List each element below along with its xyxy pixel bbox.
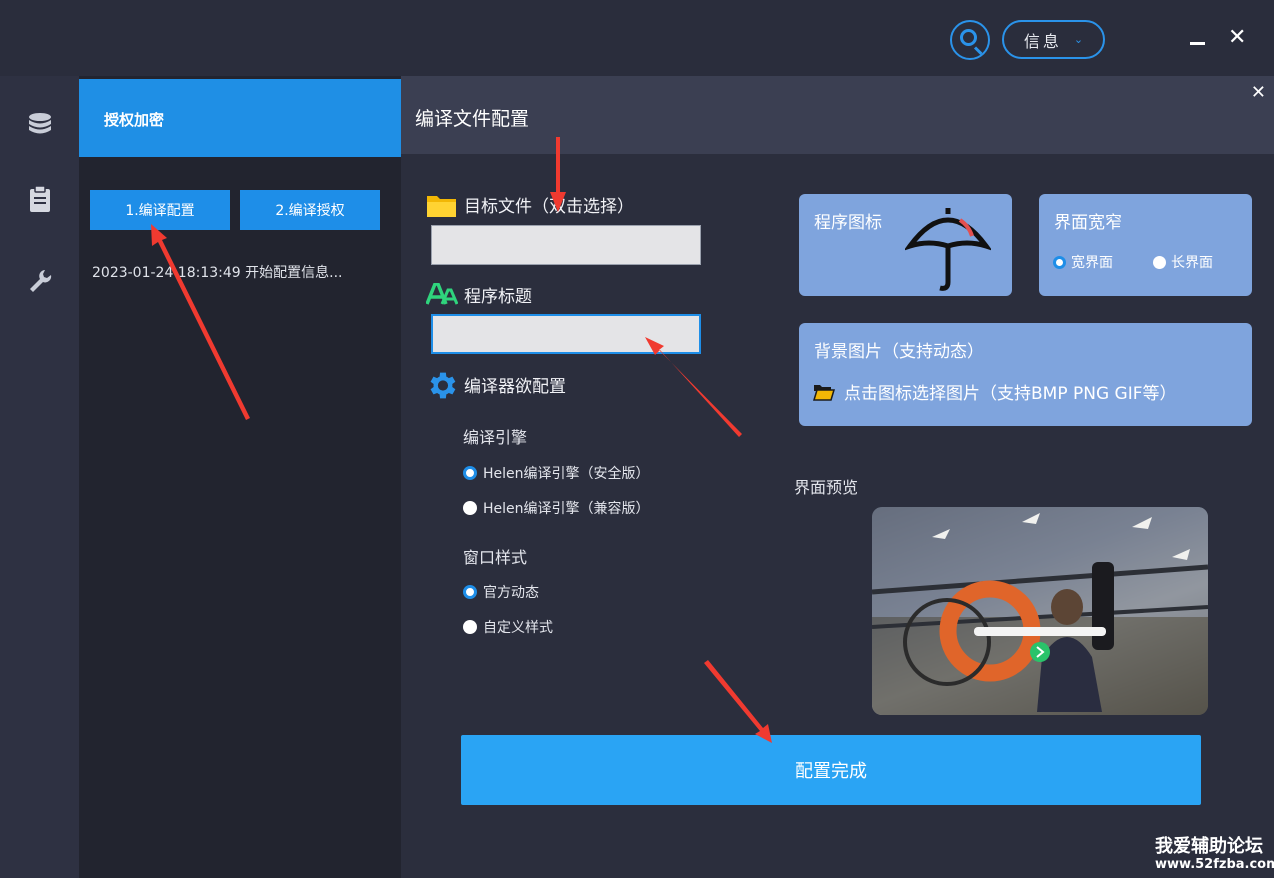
- window-style-label: 窗口样式: [463, 548, 528, 567]
- info-dropdown-label: 信息: [1023, 31, 1062, 51]
- step2-compile-auth-button[interactable]: 2.编译授权: [240, 190, 380, 230]
- window-style-custom[interactable]: 自定义样式: [463, 617, 553, 637]
- clipboard-icon[interactable]: [27, 186, 53, 212]
- engine-option-compat[interactable]: Helen编译引擎（兼容版）: [463, 498, 650, 518]
- open-folder-icon: [813, 384, 835, 401]
- step1-compile-config-button[interactable]: 1.编译配置: [90, 190, 230, 230]
- watermark-url: www.52fzba.com: [1155, 857, 1274, 872]
- window-style-official[interactable]: 官方动态: [463, 582, 539, 602]
- background-pick-label: 点击图标选择图片（支持BMP PNG GIF等）: [844, 384, 1177, 404]
- radio-selected-icon: [463, 585, 477, 599]
- umbrella-icon: [905, 208, 991, 291]
- compiler-config-label: 编译器欲配置: [464, 377, 566, 397]
- window-close-button[interactable]: ✕: [1228, 24, 1246, 52]
- icon-sidebar: [0, 76, 79, 878]
- radio-unselected-icon: [463, 620, 477, 634]
- ui-width-wide-option[interactable]: 宽界面: [1053, 252, 1113, 272]
- engine-label: 编译引擎: [463, 428, 528, 447]
- database-icon[interactable]: [27, 112, 53, 138]
- auth-panel-title: 授权加密: [104, 111, 165, 129]
- search-icon: [960, 29, 977, 46]
- auth-panel-header: 授权加密: [79, 79, 401, 157]
- preview-illustration: [872, 507, 1208, 715]
- auth-panel: 授权加密 1.编译配置 2.编译授权 2023-01-24 18:13:49 开…: [79, 76, 401, 878]
- radio-selected-icon: [463, 466, 477, 480]
- engine-option-safe[interactable]: Helen编译引擎（安全版）: [463, 463, 650, 483]
- target-file-input[interactable]: [431, 225, 701, 265]
- wrench-icon[interactable]: [27, 268, 53, 294]
- dialog-close-button[interactable]: ✕: [1251, 82, 1266, 103]
- minimize-button[interactable]: [1190, 42, 1205, 45]
- ui-preview-image: [872, 507, 1208, 715]
- radio-unselected-icon: [463, 501, 477, 515]
- ui-width-wide-label: 宽界面: [1071, 255, 1113, 271]
- search-button[interactable]: [950, 20, 990, 60]
- config-dialog-title: 编译文件配置: [415, 108, 530, 130]
- window-style-custom-label: 自定义样式: [483, 620, 553, 636]
- background-pick-button[interactable]: 点击图标选择图片（支持BMP PNG GIF等）: [813, 379, 1177, 404]
- config-done-button[interactable]: 配置完成: [461, 735, 1201, 805]
- program-title-input[interactable]: [431, 314, 701, 354]
- info-dropdown[interactable]: 信息 ⌄: [1002, 20, 1105, 59]
- search-icon-handle: [973, 46, 983, 55]
- radio-selected-icon: [1053, 255, 1066, 269]
- program-icon-title: 程序图标: [814, 213, 882, 233]
- title-bar: 信息 ⌄ ✕: [0, 0, 1274, 76]
- window-style-official-label: 官方动态: [483, 585, 539, 601]
- ui-width-title: 界面宽窄: [1054, 213, 1122, 233]
- radio-unselected-icon: [1153, 255, 1166, 269]
- chevron-down-icon: ⌄: [1073, 33, 1084, 46]
- engine-option-safe-label: Helen编译引擎（安全版）: [483, 466, 650, 482]
- gear-icon: [430, 372, 456, 399]
- preview-label: 界面预览: [794, 478, 859, 497]
- program-title-label: 程序标题: [464, 287, 532, 307]
- ui-width-card: 界面宽窄 宽界面 长界面: [1039, 194, 1252, 296]
- engine-option-compat-label: Helen编译引擎（兼容版）: [483, 501, 650, 517]
- config-dialog: 编译文件配置 ✕ 目标文件（双击选择） 程序标题 编译器欲配置 编译引擎 Hel…: [401, 76, 1274, 844]
- font-title-icon: [426, 283, 458, 305]
- log-line: 2023-01-24 18:13:49 开始配置信息...: [92, 265, 343, 281]
- config-dialog-header: 编译文件配置 ✕: [401, 76, 1274, 154]
- watermark-title: 我爱辅助论坛: [1155, 836, 1263, 857]
- ui-width-long-option[interactable]: 长界面: [1153, 252, 1213, 272]
- background-image-card: 背景图片（支持动态） 点击图标选择图片（支持BMP PNG GIF等）: [799, 323, 1252, 426]
- background-image-title: 背景图片（支持动态）: [814, 342, 984, 362]
- program-icon-card[interactable]: 程序图标: [799, 194, 1012, 296]
- ui-width-long-label: 长界面: [1171, 255, 1213, 271]
- target-file-label: 目标文件（双击选择）: [464, 197, 634, 217]
- folder-icon: [427, 196, 456, 217]
